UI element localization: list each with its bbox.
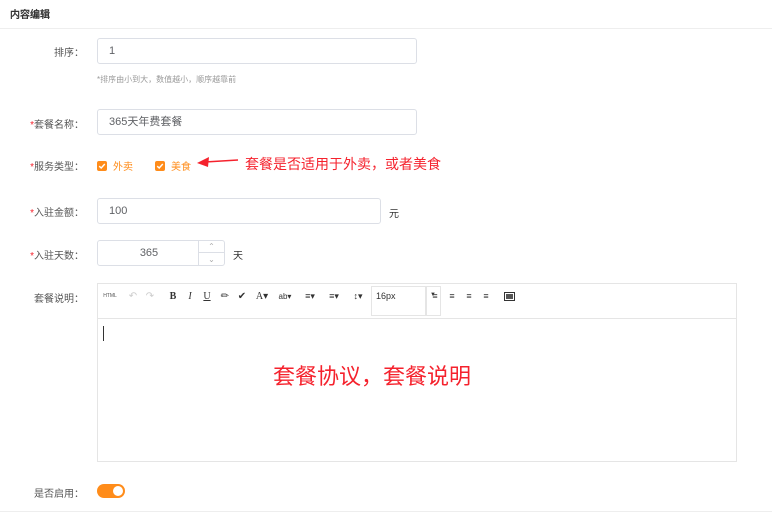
days-stepper[interactable]: 365 ⌃ ⌄ <box>97 240 225 266</box>
fee-unit: 元 <box>389 209 399 220</box>
package-name-label: *套餐名称： <box>0 116 84 131</box>
italic-button[interactable]: I <box>185 288 195 304</box>
fee-input[interactable]: 100 <box>97 198 381 224</box>
unordered-list-icon[interactable]: ≡▾ <box>325 288 343 304</box>
service-type-label: *服务类型： <box>0 158 84 173</box>
align-left-icon[interactable]: ≡ <box>429 288 441 304</box>
package-name-input[interactable]: 365天年费套餐 <box>97 109 417 135</box>
bold-button[interactable]: B <box>168 288 178 304</box>
eraser-icon[interactable]: ✏ <box>218 288 232 304</box>
align-center-icon[interactable]: ≡ <box>446 288 458 304</box>
check-icon <box>155 160 165 171</box>
divider <box>0 28 772 29</box>
line-height-icon[interactable]: ↕▾ <box>349 288 367 304</box>
sort-hint: *排序由小到大，数值越小，顺序越靠前 <box>97 75 237 84</box>
sort-input[interactable]: 1 <box>97 38 417 64</box>
ordered-list-icon[interactable]: ≡▾ <box>301 288 319 304</box>
check-icon <box>97 160 107 171</box>
editor-toolbar: HTML ↶ ↷ B I U ✏ ✔ A▾ ab▾ ≡▾ ≡▾ ↕▾ 16px … <box>98 284 736 319</box>
font-size-select[interactable]: 16px <box>371 286 427 316</box>
divider <box>0 511 772 512</box>
align-right-icon[interactable]: ≡ <box>463 288 475 304</box>
chevron-up-icon[interactable]: ⌃ <box>199 241 224 253</box>
package-name-label-text: 套餐名称： <box>34 120 84 131</box>
fee-label-text: 入驻金额： <box>34 208 84 219</box>
service-type-annotation: 套餐是否适用于外卖，或者美食 <box>245 156 441 172</box>
underline-button[interactable]: U <box>202 288 212 304</box>
checkbox-takeout-label: 外卖 <box>113 162 133 173</box>
background-color-icon[interactable]: ab▾ <box>275 288 295 304</box>
editor-annotation: 套餐协议，套餐说明 <box>273 364 472 389</box>
service-type-label-text: 服务类型： <box>34 162 84 173</box>
section-title: 内容编辑 <box>10 10 50 21</box>
days-value[interactable]: 365 <box>98 241 200 265</box>
enabled-toggle[interactable] <box>97 484 125 498</box>
format-brush-icon[interactable]: ✔ <box>235 288 249 304</box>
annotation-arrow-icon <box>197 157 239 167</box>
font-color-icon[interactable]: A▾ <box>253 288 271 304</box>
enabled-label: 是否启用： <box>34 489 84 500</box>
description-label: 套餐说明： <box>34 294 84 305</box>
redo-button[interactable]: ↷ <box>145 288 155 304</box>
text-cursor <box>103 326 104 341</box>
checkbox-takeout[interactable]: 外卖 <box>97 158 133 173</box>
days-label-text: 入驻天数： <box>34 251 84 262</box>
html-source-button[interactable]: HTML <box>102 288 118 304</box>
chevron-down-icon[interactable]: ⌄ <box>199 253 224 265</box>
align-justify-icon[interactable]: ≡ <box>480 288 492 304</box>
checkbox-food-label: 美食 <box>171 162 191 173</box>
days-label: *入驻天数： <box>0 247 84 262</box>
image-icon[interactable] <box>503 288 515 304</box>
toggle-knob <box>113 486 123 496</box>
checkbox-food[interactable]: 美食 <box>155 158 191 173</box>
sort-label: 排序： <box>54 48 84 59</box>
days-unit: 天 <box>233 251 243 262</box>
fee-label: *入驻金额： <box>0 204 84 219</box>
undo-button[interactable]: ↶ <box>128 288 138 304</box>
